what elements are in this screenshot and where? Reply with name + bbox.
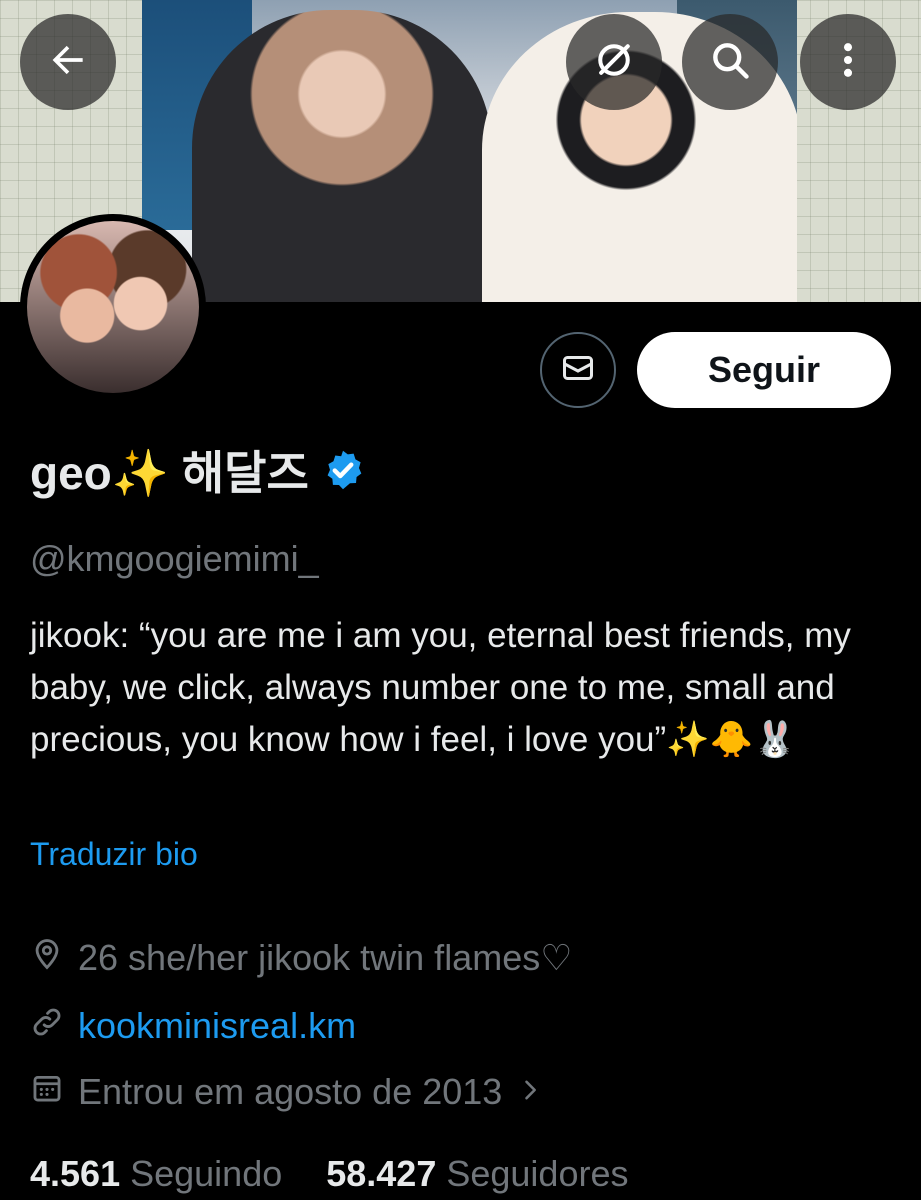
arrow-left-icon xyxy=(46,38,90,87)
mail-icon xyxy=(560,350,596,391)
translate-bio-link[interactable]: Traduzir bio xyxy=(30,836,198,873)
avatar-image xyxy=(27,221,199,393)
follow-button[interactable]: Seguir xyxy=(637,332,891,408)
location-pin-icon xyxy=(30,937,64,980)
calendar-icon xyxy=(30,1071,64,1114)
followers-count: 58.427 xyxy=(326,1153,437,1194)
following-count: 4.561 xyxy=(30,1153,121,1194)
back-button[interactable] xyxy=(20,14,116,110)
name-row: geo✨ 해달즈 xyxy=(30,440,365,500)
location-text: 26 she/her jikook twin flames♡ xyxy=(78,937,573,978)
search-icon xyxy=(708,38,752,87)
grok-button[interactable] xyxy=(566,14,662,110)
verified-badge-icon[interactable] xyxy=(321,448,365,492)
followers-label: Seguidores xyxy=(446,1153,629,1194)
followers-stat[interactable]: 58.427 Seguidores xyxy=(326,1153,628,1195)
more-vertical-icon xyxy=(826,38,870,87)
display-name: geo✨ 해달즈 xyxy=(30,447,309,499)
following-label: Seguindo xyxy=(130,1153,283,1194)
search-button[interactable] xyxy=(682,14,778,110)
bio-text: jikook: “you are me i am you, eternal be… xyxy=(30,616,851,759)
follow-counts: 4.561 Seguindo 58.427 Seguidores xyxy=(30,1148,628,1200)
banner-person-left xyxy=(192,10,492,302)
avatar[interactable] xyxy=(20,214,206,400)
joined-text: Entrou em agosto de 2013 xyxy=(78,1071,503,1112)
joined-row[interactable]: Entrou em agosto de 2013 xyxy=(30,1068,544,1116)
following-stat[interactable]: 4.561 Seguindo xyxy=(30,1153,282,1195)
chevron-right-icon xyxy=(516,1071,544,1113)
message-button[interactable] xyxy=(540,332,616,408)
website-row: kookminisreal.km xyxy=(30,1002,356,1050)
handle: @kmgoogiemimi_ xyxy=(30,538,319,579)
location-row: 26 she/her jikook twin flames♡ xyxy=(30,934,573,982)
link-icon xyxy=(30,1005,64,1048)
grok-icon xyxy=(592,38,636,87)
more-button[interactable] xyxy=(800,14,896,110)
website-link[interactable]: kookminisreal.km xyxy=(78,1005,356,1047)
